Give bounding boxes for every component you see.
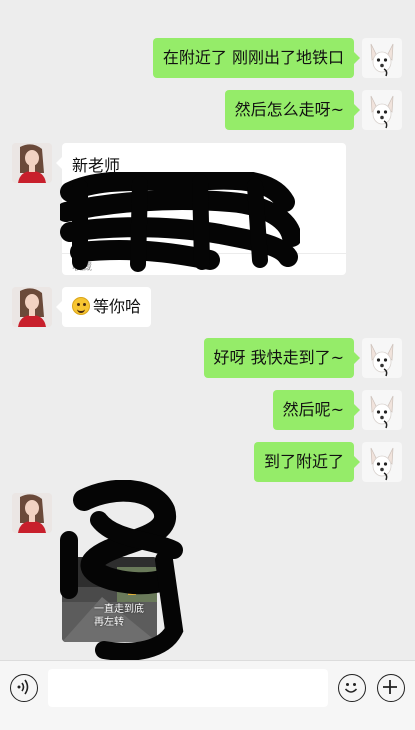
card-title: 新老师 [72, 156, 121, 175]
more-options-button[interactable] [377, 674, 405, 702]
message-bubble-sent[interactable]: 在附近了 刚刚出了地铁口 [152, 38, 361, 78]
dog-avatar-icon [362, 390, 402, 430]
my-avatar[interactable] [362, 390, 402, 430]
card-footer-favorites: 收藏 [62, 253, 346, 275]
smile-emoji-icon [72, 297, 90, 315]
dog-avatar-icon [362, 38, 402, 78]
woman-avatar-icon [12, 143, 52, 183]
message-bubble-received[interactable]: 等你哈 [55, 287, 152, 327]
chat-area: 在附近了 刚刚出了地铁口 然后怎么走呀~ 新老师 收藏 等你哈 好呀 我快走到了… [0, 0, 415, 660]
dog-avatar-icon [362, 90, 402, 130]
message-input[interactable] [48, 669, 328, 707]
image-message[interactable]: 一直走到底 再左转 [62, 557, 157, 642]
emoji-button[interactable] [338, 674, 366, 702]
input-bar [0, 660, 415, 716]
favorite-card-message[interactable]: 新老师 收藏 [56, 143, 346, 275]
my-avatar[interactable] [362, 442, 402, 482]
street-photo [62, 557, 157, 642]
voice-input-button[interactable] [10, 674, 38, 702]
contact-avatar[interactable] [12, 143, 52, 183]
voice-icon [17, 679, 29, 695]
plus-icon [383, 680, 397, 694]
my-avatar[interactable] [362, 38, 402, 78]
message-bubble-sent[interactable]: 好呀 我快走到了~ [203, 338, 360, 378]
dog-avatar-icon [362, 442, 402, 482]
image-caption: 一直走到底 再左转 [94, 604, 144, 628]
woman-avatar-icon [12, 287, 52, 327]
message-bubble-sent[interactable]: 到了附近了 [253, 442, 361, 482]
message-text: 等你哈 [93, 297, 142, 316]
emoji-icon [344, 683, 358, 693]
contact-avatar[interactable] [12, 493, 52, 533]
message-bubble-sent[interactable]: 然后怎么走呀~ [224, 90, 361, 130]
message-bubble-sent[interactable]: 然后呢~ [272, 390, 361, 430]
my-avatar[interactable] [362, 90, 402, 130]
bottom-safe-area [0, 716, 415, 730]
my-avatar[interactable] [362, 338, 402, 378]
contact-avatar[interactable] [12, 287, 52, 327]
woman-avatar-icon [12, 493, 52, 533]
dog-avatar-icon [362, 338, 402, 378]
